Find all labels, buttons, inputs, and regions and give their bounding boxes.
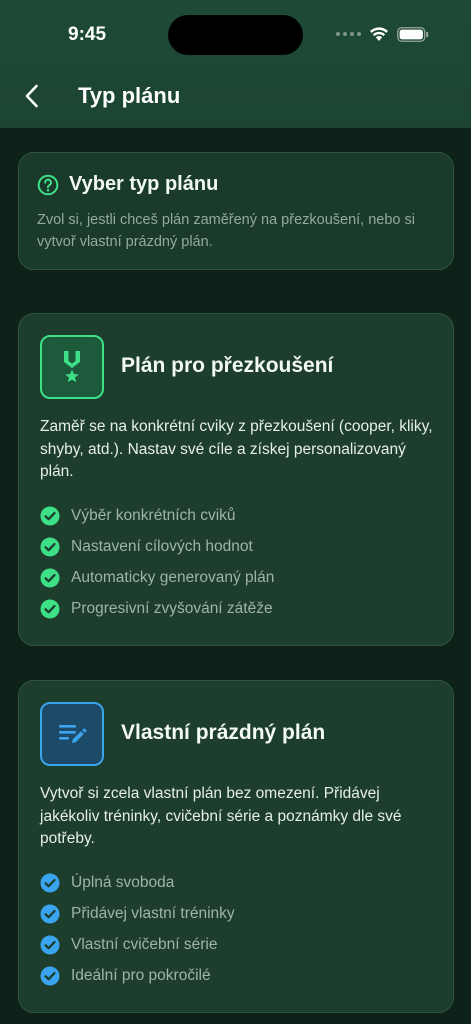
help-circle-icon [37, 174, 59, 195]
feature-label: Přidávej vlastní tréninky [71, 904, 235, 922]
plan-icon-badge [40, 702, 104, 766]
check-circle-icon [40, 904, 60, 924]
feature-item: Přidávej vlastní tréninky [40, 898, 235, 929]
info-title: Vyber typ plánu [69, 173, 219, 195]
plan-title: Vlastní prázdný plán [121, 721, 326, 744]
plan-description: Vytvoř si zcela vlastní plán bez omezení… [40, 785, 402, 847]
back-button[interactable] [18, 82, 46, 110]
status-time: 9:45 [68, 24, 107, 45]
feature-label: Automaticky generovaný plán [71, 568, 275, 586]
check-circle-icon [40, 537, 60, 557]
feature-label: Ideální pro pokročilé [71, 966, 211, 984]
feature-label: Progresivní zvyšování zátěže [71, 599, 273, 617]
status-icons [336, 26, 429, 42]
plan-card-custom[interactable]: Vlastní prázdný plán Vytvoř si zcela vla… [18, 680, 454, 1013]
feature-item: Úplná svoboda [40, 867, 235, 898]
feature-item: Výběr konkrétních cviků [40, 500, 274, 531]
check-circle-icon [40, 873, 60, 893]
feature-item: Automaticky generovaný plán [40, 562, 274, 593]
check-circle-icon [40, 599, 60, 619]
app-header: 9:45 Typ plánu [0, 0, 471, 128]
feature-item: Progresivní zvyšování zátěže [40, 593, 274, 624]
signal-icon [336, 32, 361, 36]
feature-label: Nastavení cílových hodnot [71, 537, 253, 555]
dynamic-island [168, 15, 303, 55]
plan-description: Zaměř se na konkrétní cviky z přezkoušen… [40, 418, 433, 480]
plan-card-exam[interactable]: Plán pro přezkoušení Zaměř se na konkrét… [18, 313, 454, 646]
plan-title: Plán pro přezkoušení [121, 354, 334, 377]
military-medal-icon [64, 351, 80, 383]
feature-list: Úplná svoboda Přidávej vlastní tréninky … [40, 867, 235, 991]
check-circle-icon [40, 935, 60, 955]
check-circle-icon [40, 966, 60, 986]
check-circle-icon [40, 568, 60, 588]
info-card: Vyber typ plánu Zvol si, jestli chceš pl… [18, 152, 454, 270]
feature-label: Vlastní cvičební série [71, 935, 218, 953]
feature-item: Ideální pro pokročilé [40, 960, 235, 991]
check-circle-icon [40, 506, 60, 526]
edit-note-icon [59, 725, 87, 743]
info-description: Zvol si, jestli chceš plán zaměřený na p… [37, 212, 415, 250]
feature-item: Vlastní cvičební série [40, 929, 235, 960]
feature-label: Úplná svoboda [71, 873, 175, 891]
info-header: Vyber typ plánu [37, 173, 218, 196]
feature-label: Výběr konkrétních cviků [71, 506, 236, 524]
feature-item: Nastavení cílových hodnot [40, 531, 274, 562]
wifi-icon [370, 27, 388, 41]
battery-icon [397, 26, 429, 42]
page-title: Typ plánu [78, 83, 181, 108]
feature-list: Výběr konkrétních cviků Nastavení cílový… [40, 500, 274, 624]
plan-icon-badge [40, 335, 104, 399]
chevron-left-icon [25, 84, 38, 108]
